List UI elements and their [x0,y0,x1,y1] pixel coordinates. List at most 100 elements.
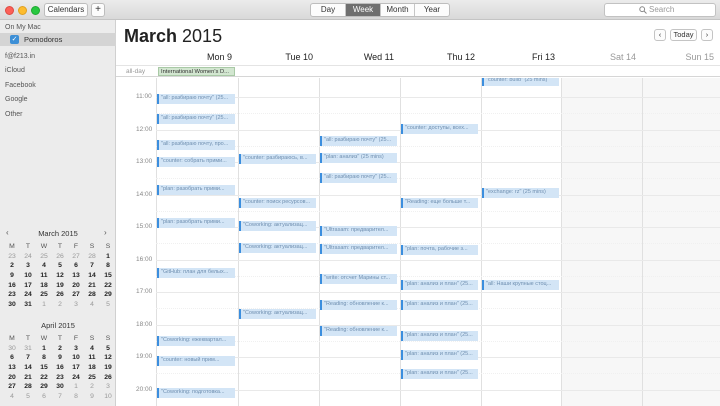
calendar-event[interactable]: "plan: анализ и план" (25... [401,369,478,379]
mini-day[interactable]: 6 [4,353,20,363]
time-grid[interactable]: 11:00 12:00 13:00 14:00 15:00 16:00 17:00 18:00… [116,78,720,406]
mini-day[interactable]: 3 [20,261,36,271]
mini-day[interactable]: 24 [68,373,84,383]
mini-day[interactable]: 24 [20,252,36,262]
view-month-button[interactable]: Month [381,4,415,16]
mini-day[interactable]: 17 [20,281,36,291]
checkbox-checked-icon[interactable]: ✓ [10,35,19,44]
mini-day[interactable]: 6 [36,392,52,402]
mini-day[interactable]: 18 [36,281,52,291]
mini-day[interactable]: 16 [4,281,20,291]
calendar-item-pomodoros[interactable]: ✓ Pomodoros [0,33,116,46]
mini-day[interactable]: 29 [36,382,52,392]
account-icloud[interactable]: iCloud [5,67,25,74]
mini-day[interactable]: 3 [68,344,84,354]
calendar-event[interactable]: "counter: доступы, всех... [401,124,478,134]
calendar-event[interactable]: "write: отсчет Марины ст... [320,274,397,284]
mini-day[interactable]: 2 [52,300,68,310]
mini-day[interactable]: 26 [52,252,68,262]
zoom-window-button[interactable] [31,6,40,15]
account-f213[interactable]: f@f213.in [5,53,35,60]
mini-day[interactable]: 14 [84,271,100,281]
mini-day[interactable]: 15 [36,363,52,373]
calendar-event[interactable]: "counter: build" (25 mins) [482,78,559,86]
prev-week-button[interactable]: ‹ [654,29,666,41]
mini-day[interactable]: 22 [36,373,52,383]
minimize-window-button[interactable] [18,6,27,15]
mini-day[interactable]: 3 [100,382,116,392]
mini-day[interactable]: 24 [20,290,36,300]
view-week-button[interactable]: Week [346,4,381,16]
day-header-fri[interactable]: Fri 13 [481,52,561,64]
day-header-wed[interactable]: Wed 11 [319,52,400,64]
mini-day[interactable]: 2 [4,261,20,271]
mini-day[interactable]: 30 [4,300,20,310]
calendar-event[interactable]: "Coworking: актуализац... [239,243,316,253]
mini-day[interactable]: 10 [68,353,84,363]
mini-day[interactable]: 22 [100,281,116,291]
calendar-event[interactable]: "all: разбираю почту, про... [157,140,235,150]
mini-day[interactable]: 1 [36,344,52,354]
next-week-button[interactable]: › [701,29,713,41]
mini-day[interactable]: 28 [84,252,100,262]
mini-day[interactable]: 8 [68,392,84,402]
mini-day[interactable]: 27 [68,252,84,262]
mini-day[interactable]: 18 [84,363,100,373]
mini-day[interactable]: 9 [84,392,100,402]
mini-day[interactable]: 29 [100,290,116,300]
mini-day[interactable]: 1 [36,300,52,310]
mini-day[interactable]: 7 [84,261,100,271]
mini-day[interactable]: 4 [84,344,100,354]
calendar-event[interactable]: "all: разбираю почту" (25... [320,173,397,183]
mini-day[interactable]: 6 [68,261,84,271]
mini-day[interactable]: 12 [52,271,68,281]
mini-day[interactable]: 20 [68,281,84,291]
mini-day[interactable]: 5 [100,300,116,310]
calendar-event[interactable]: "counter: разбираюсь, в... [239,154,316,164]
mini-day[interactable]: 13 [4,363,20,373]
calendar-event[interactable]: "plan: анализ и план" (25... [401,331,478,341]
day-header-sat[interactable]: Sat 14 [561,52,642,64]
calendar-event[interactable]: "plan: анализ и план" (25... [401,280,478,290]
calendar-event[interactable]: "plan: разобрать прими... [157,185,235,195]
mini-day[interactable]: 23 [4,252,20,262]
mini-day[interactable]: 2 [52,344,68,354]
view-year-button[interactable]: Year [415,4,449,16]
calendar-event[interactable]: "plan: почта, рабочие з... [401,245,478,255]
mini-day[interactable]: 9 [4,271,20,281]
calendars-button[interactable]: Calendars [44,3,88,17]
mini-day[interactable]: 19 [52,281,68,291]
mini-day[interactable]: 5 [100,344,116,354]
account-google[interactable]: Google [5,96,28,103]
mini-day[interactable]: 5 [20,392,36,402]
calendar-event[interactable]: "Reading: обновление к... [320,326,397,336]
calendar-event[interactable]: "all: разбираю почту" (25... [157,94,235,104]
mini-day[interactable]: 9 [52,353,68,363]
mini-day[interactable]: 27 [4,382,20,392]
mini-day[interactable]: 5 [52,261,68,271]
calendar-event[interactable]: "Coworking: ежеквартал... [157,336,235,346]
day-header-sun[interactable]: Sun 15 [642,52,720,64]
mini-day[interactable]: 30 [4,344,20,354]
mini-day[interactable]: 14 [20,363,36,373]
mini-day[interactable]: 27 [68,290,84,300]
calendar-event[interactable]: "counter: собрать прими... [157,157,235,167]
calendar-event[interactable]: "plan: анализ" (25 mins) [320,153,397,163]
calendar-event[interactable]: "Ultrasam: предварител... [320,226,397,236]
mini-day[interactable]: 11 [36,271,52,281]
mini-day[interactable]: 25 [84,373,100,383]
calendar-event[interactable]: "Ultrasam: предварител... [320,244,397,254]
calendar-event[interactable]: "counter: поиск ресурсов... [239,198,316,208]
mini-day[interactable]: 11 [84,353,100,363]
mini-day[interactable]: 10 [100,392,116,402]
mini-day[interactable]: 15 [100,271,116,281]
mini-day[interactable]: 23 [52,373,68,383]
mini-day[interactable]: 12 [100,353,116,363]
account-facebook[interactable]: Facebook [5,82,36,89]
day-header-mon[interactable]: Mon 9 [156,52,238,64]
close-window-button[interactable] [5,6,14,15]
mini-day[interactable]: 30 [52,382,68,392]
mini-day[interactable]: 21 [84,281,100,291]
calendar-event[interactable]: "all: разбираю почту" (25... [320,136,397,146]
mini-day[interactable]: 16 [52,363,68,373]
